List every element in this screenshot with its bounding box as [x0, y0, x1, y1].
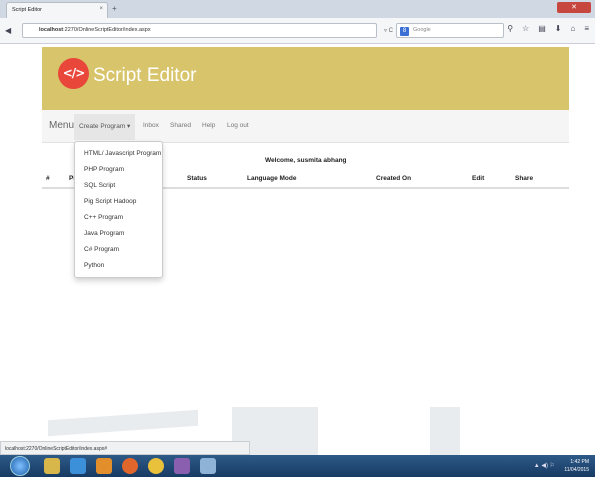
system-tray-icons[interactable]: ▲ ◀) ⚐ — [534, 462, 555, 469]
inbox-link[interactable]: Inbox — [143, 122, 159, 129]
page-content: </> Script Editor Menu Create Program ▾ … — [0, 45, 595, 455]
header-banner: </> Script Editor — [42, 47, 569, 110]
back-icon[interactable]: ◀ — [5, 26, 11, 35]
create-program-menu[interactable]: Create Program ▾ — [74, 114, 136, 140]
dropdown-item-html[interactable]: HTML/ Javascript Program — [75, 146, 162, 162]
taskbar: ▲ ◀) ⚐ 1:42 PM 11/04/2015 — [0, 455, 595, 477]
menu-bar: Menu Create Program ▾ Inbox Shared Help … — [42, 110, 569, 143]
dropdown-item-csharp[interactable]: C# Program — [75, 242, 162, 258]
code-logo-icon: </> — [58, 58, 89, 89]
col-share: Share — [515, 175, 534, 182]
dropdown-item-php[interactable]: PHP Program — [75, 162, 162, 178]
firefox-icon[interactable] — [122, 458, 138, 474]
toolbar-icons: ⚲ ☆ ▤ ⬇ ⌂ ≡ — [507, 24, 589, 33]
url-host: localhost — [39, 27, 64, 33]
browser-titlebar: Script Editor × + ✕ — [0, 0, 595, 18]
background-shape — [48, 409, 198, 437]
window-close-button[interactable]: ✕ — [557, 2, 591, 13]
file-explorer-icon[interactable] — [44, 458, 60, 474]
clock[interactable]: 1:42 PM 11/04/2015 — [564, 458, 589, 474]
welcome-message: Welcome, susmita abhang — [265, 157, 347, 164]
download-icon[interactable]: ⬇ — [555, 24, 562, 33]
help-link[interactable]: Help — [202, 122, 215, 129]
url-path: :2270/OnlineScriptEditor/index.aspx — [63, 27, 151, 33]
col-number: # — [46, 175, 50, 182]
new-tab-button[interactable]: + — [112, 4, 117, 13]
dropdown-item-sql[interactable]: SQL Script — [75, 178, 162, 194]
app-icon[interactable] — [200, 458, 216, 474]
hamburger-menu-icon[interactable]: ≡ — [584, 24, 589, 33]
dropdown-item-python[interactable]: Python — [75, 258, 162, 274]
search-engine-icon: 8 — [400, 27, 409, 36]
logout-link[interactable]: Log out — [227, 122, 249, 129]
browser-tab[interactable]: Script Editor × — [6, 2, 108, 18]
dropdown-item-pig[interactable]: Pig Script Hadoop — [75, 194, 162, 210]
address-bar[interactable]: localhost:2270/OnlineScriptEditor/index.… — [22, 23, 377, 38]
visual-studio-icon[interactable] — [174, 458, 190, 474]
menu-label: Menu — [49, 120, 75, 131]
home-icon[interactable]: ⌂ — [570, 24, 575, 33]
search-bar[interactable]: 8 Google — [396, 23, 504, 38]
search-placeholder: Google — [413, 27, 431, 33]
bookmark-star-icon[interactable]: ☆ — [522, 24, 529, 33]
col-edit: Edit — [472, 175, 485, 182]
internet-explorer-icon[interactable] — [70, 458, 86, 474]
col-created-on: Created On — [376, 175, 412, 182]
chrome-icon[interactable] — [148, 458, 164, 474]
tab-title: Script Editor — [12, 7, 42, 13]
dropdown-item-java[interactable]: Java Program — [75, 226, 162, 242]
create-program-dropdown: HTML/ Javascript Program PHP Program SQL… — [74, 141, 163, 278]
clock-time: 1:42 PM — [570, 459, 589, 465]
tab-close-icon[interactable]: × — [99, 6, 103, 12]
background-shape — [430, 407, 460, 455]
col-language-mode: Language Mode — [247, 175, 297, 182]
dropdown-item-cpp[interactable]: C++ Program — [75, 210, 162, 226]
shared-link[interactable]: Shared — [170, 122, 191, 129]
status-bar-url: localhost:2270/OnlineScriptEditor/index.… — [0, 441, 250, 455]
col-status: Status — [187, 175, 207, 182]
clock-date: 11/04/2015 — [564, 467, 589, 473]
search-icon[interactable]: ⚲ — [507, 24, 513, 33]
start-button[interactable] — [10, 456, 30, 476]
reading-list-icon[interactable]: ▤ — [538, 24, 546, 33]
browser-navbar: ◀ localhost:2270/OnlineScriptEditor/inde… — [0, 18, 595, 44]
reload-icon[interactable]: ▿ C — [384, 27, 393, 34]
brand-title[interactable]: Script Editor — [93, 65, 196, 87]
media-player-icon[interactable] — [96, 458, 112, 474]
